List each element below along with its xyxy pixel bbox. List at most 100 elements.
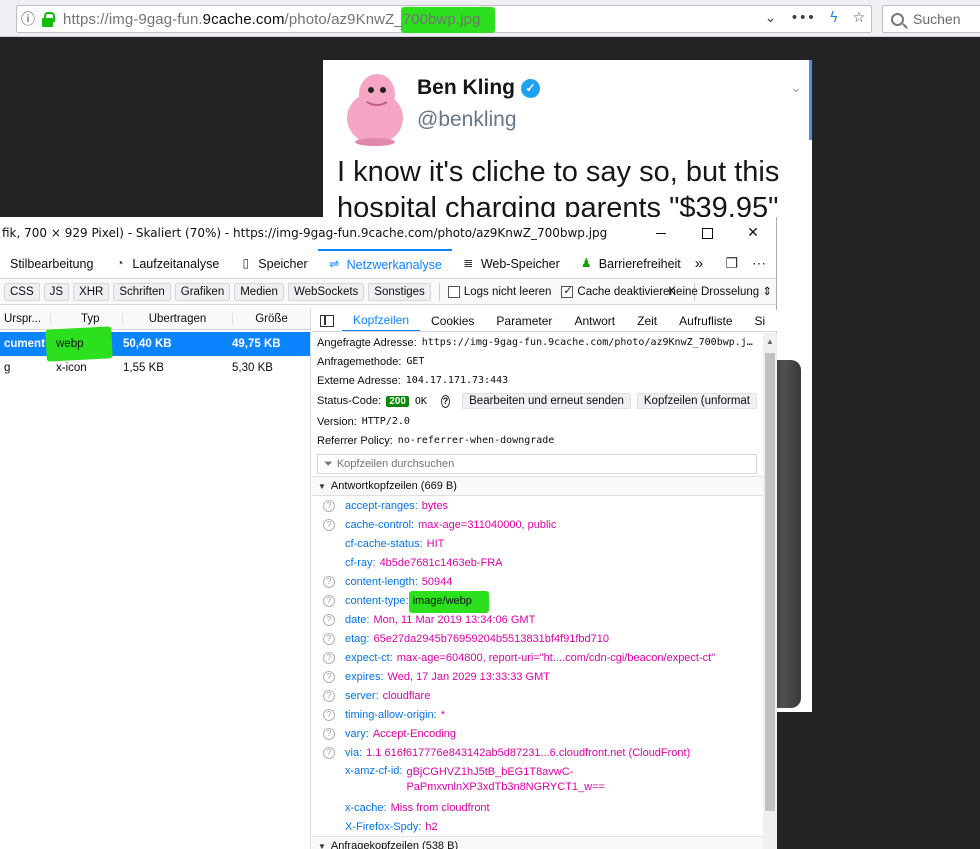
- url-text[interactable]: https://img-9gag-fun.9cache.com/photo/az…: [63, 6, 495, 33]
- tab-network[interactable]: ⇌ Netzwerkanalyse: [317, 248, 452, 279]
- persist-logs-checkbox[interactable]: Logs nicht leeren: [447, 285, 551, 298]
- url-bar[interactable]: ⓘ https://img-9gag-fun.9cache.com/photo/…: [16, 5, 872, 33]
- header-row[interactable]: ? expect-ct: max-age=604800, report-uri="h…: [312, 648, 763, 667]
- help-icon[interactable]: ?: [323, 594, 335, 607]
- header-row[interactable]: ? timing-allow-origin: *: [312, 705, 763, 724]
- help-icon[interactable]: ?: [323, 632, 335, 645]
- version-row: Version: HTTP/2.0: [312, 412, 763, 431]
- scroll-up-icon[interactable]: ▲: [766, 337, 774, 346]
- filter-other[interactable]: Sonstiges: [368, 282, 431, 301]
- storage-icon: ≣: [463, 256, 474, 270]
- tweet-author: Ben Kling ✓: [417, 76, 540, 100]
- tab-security[interactable]: Si: [744, 310, 777, 331]
- filter-media[interactable]: Medien: [234, 282, 284, 301]
- header-row[interactable]: ? content-length: 50944: [312, 572, 763, 591]
- help-icon[interactable]: ?: [323, 518, 335, 531]
- tab-response[interactable]: Antwort: [563, 310, 626, 331]
- header-row[interactable]: ? etag: 65e27da2945b76959204b5513831bf4f91…: [312, 629, 763, 648]
- header-row[interactable]: ? vary: Accept-Encoding: [312, 724, 763, 743]
- header-row[interactable]: ? accept-ranges: bytes: [312, 496, 763, 515]
- filter-xhr[interactable]: XHR: [73, 282, 110, 301]
- help-icon[interactable]: ?: [323, 670, 335, 683]
- filter-placeholder: Kopfzeilen durchsuchen: [336, 458, 455, 470]
- help-icon[interactable]: ?: [323, 575, 335, 588]
- disable-cache-checkbox[interactable]: Cache deaktivieren: [561, 284, 676, 298]
- column-size[interactable]: Größe: [232, 312, 310, 325]
- header-value: 1.1 616f617776e843142ab5d87231...6.cloud…: [366, 746, 691, 759]
- info-icon[interactable]: ⓘ: [17, 9, 39, 29]
- header-row[interactable]: ? cache-control: max-age=311040000, public: [312, 515, 763, 534]
- accessibility-icon: ♟: [580, 256, 592, 270]
- throttling-select[interactable]: Keine Drosselung ⇕: [668, 284, 772, 298]
- help-icon[interactable]: ?: [323, 746, 335, 759]
- edit-resend-button[interactable]: Bearbeiten und erneut senden: [462, 393, 631, 409]
- tab-headers[interactable]: Kopfzeilen: [342, 310, 421, 331]
- column-type[interactable]: Typ: [50, 312, 122, 325]
- checkbox-box[interactable]: [447, 285, 460, 298]
- header-row[interactable]: ? via: 1.1 616f617776e843142ab5d87231...6.…: [312, 743, 763, 762]
- help-icon[interactable]: ?: [323, 727, 335, 740]
- more-tabs-icon[interactable]: »: [691, 249, 707, 279]
- bookmark-star-icon[interactable]: ☆: [852, 10, 865, 26]
- filter-css[interactable]: CSS: [4, 282, 40, 301]
- section-title: Antwortkopfzeilen (669 B): [330, 480, 457, 492]
- lock-icon[interactable]: [39, 12, 57, 27]
- request-headers-section[interactable]: ▼ Anfragekopfzeilen (538 B): [312, 836, 763, 849]
- page-actions-icon[interactable]: •••: [790, 10, 815, 26]
- help-icon[interactable]: ?: [323, 613, 335, 626]
- header-name: via:: [345, 746, 363, 759]
- tab-memory[interactable]: ▯ Speicher: [229, 249, 317, 279]
- help-icon[interactable]: ?: [323, 651, 335, 664]
- tab-cookies[interactable]: Cookies: [420, 310, 485, 331]
- lightning-icon[interactable]: ϟ: [829, 10, 838, 26]
- tab-stack-trace[interactable]: Aufrufliste: [668, 310, 743, 331]
- headers-filter-input[interactable]: ⏷ Kopfzeilen durchsuchen: [317, 454, 757, 474]
- toggle-sidebar-icon[interactable]: [320, 314, 334, 327]
- more-options-icon[interactable]: ⋯: [752, 255, 766, 272]
- help-icon[interactable]: ?: [323, 689, 335, 702]
- maximize-icon[interactable]: [684, 217, 730, 249]
- scrollbar[interactable]: ▲: [763, 333, 777, 849]
- tab-timings[interactable]: Zeit: [626, 310, 668, 331]
- filter-icon: ⏷: [324, 457, 333, 470]
- chevron-down-icon[interactable]: ⌄: [765, 10, 777, 26]
- column-transferred[interactable]: Übertragen: [122, 312, 232, 325]
- header-row[interactable]: ? expires: Wed, 17 Jan 2029 13:33:33 GMT: [312, 667, 763, 686]
- header-row[interactable]: cf-cache-status: HIT: [312, 534, 763, 553]
- minimize-icon[interactable]: [638, 217, 684, 249]
- column-origin[interactable]: Urspr...: [0, 313, 50, 325]
- header-row[interactable]: ? server: cloudflare: [312, 686, 763, 705]
- table-row[interactable]: cument webp 50,40 KB 49,75 KB: [0, 326, 310, 362]
- response-headers-section[interactable]: ▼ Antwortkopfzeilen (669 B): [312, 476, 763, 496]
- header-row[interactable]: cf-ray: 4b5de7681c1463eb-FRA: [312, 553, 763, 572]
- search-box[interactable]: Suchen: [882, 5, 980, 33]
- scrollbar-thumb[interactable]: [765, 353, 775, 811]
- header-value-text: image/webp: [412, 594, 472, 607]
- help-icon[interactable]: ?: [323, 708, 335, 721]
- tab-performance[interactable]: ◔ Laufzeitanalyse: [103, 249, 229, 279]
- dock-icon[interactable]: ❐: [725, 255, 738, 272]
- request-method: GET: [406, 356, 425, 367]
- help-icon[interactable]: ?: [440, 394, 451, 408]
- filter-websockets[interactable]: WebSockets: [287, 282, 365, 301]
- tab-label: Netzwerkanalyse: [346, 257, 442, 272]
- close-icon[interactable]: ✕: [730, 217, 776, 249]
- tab-style-editor[interactable]: Stilbearbeitung: [0, 249, 103, 279]
- filter-fonts[interactable]: Schriften: [113, 282, 171, 301]
- header-name: cache-control:: [345, 518, 415, 531]
- tab-accessibility[interactable]: ♟ Barrierefreiheit: [570, 249, 691, 279]
- filter-js[interactable]: JS: [43, 282, 70, 301]
- tab-params[interactable]: Parameter: [485, 310, 563, 331]
- help-icon[interactable]: ?: [323, 499, 335, 512]
- header-row[interactable]: x-cache: Miss from cloudfront: [312, 798, 763, 817]
- filter-images[interactable]: Grafiken: [174, 282, 231, 301]
- tab-storage[interactable]: ≣ Web-Speicher: [452, 249, 570, 279]
- header-row[interactable]: x-amz-cf-id: gBjCGHVZ1hJ5tB_bEG1T8avwC-Pa…: [312, 762, 763, 798]
- header-value: Accept-Encoding: [372, 727, 457, 740]
- raw-headers-button[interactable]: Kopfzeilen (unformat: [636, 393, 757, 409]
- header-row[interactable]: X-Firefox-Spdy: h2: [312, 817, 763, 836]
- header-row[interactable]: ? content-type: image/webp: [312, 590, 763, 613]
- header-row[interactable]: ? date: Mon, 11 Mar 2019 13:34:06 GMT: [312, 610, 763, 629]
- checkbox-box[interactable]: [561, 284, 574, 298]
- author-name: Ben Kling: [417, 76, 515, 99]
